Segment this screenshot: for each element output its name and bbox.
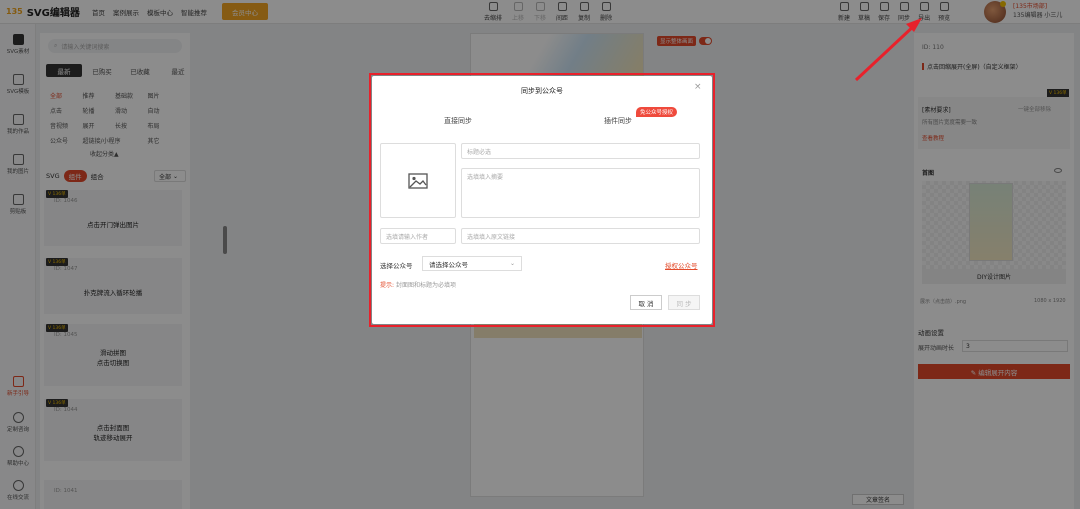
highlight-frame [369, 73, 715, 327]
